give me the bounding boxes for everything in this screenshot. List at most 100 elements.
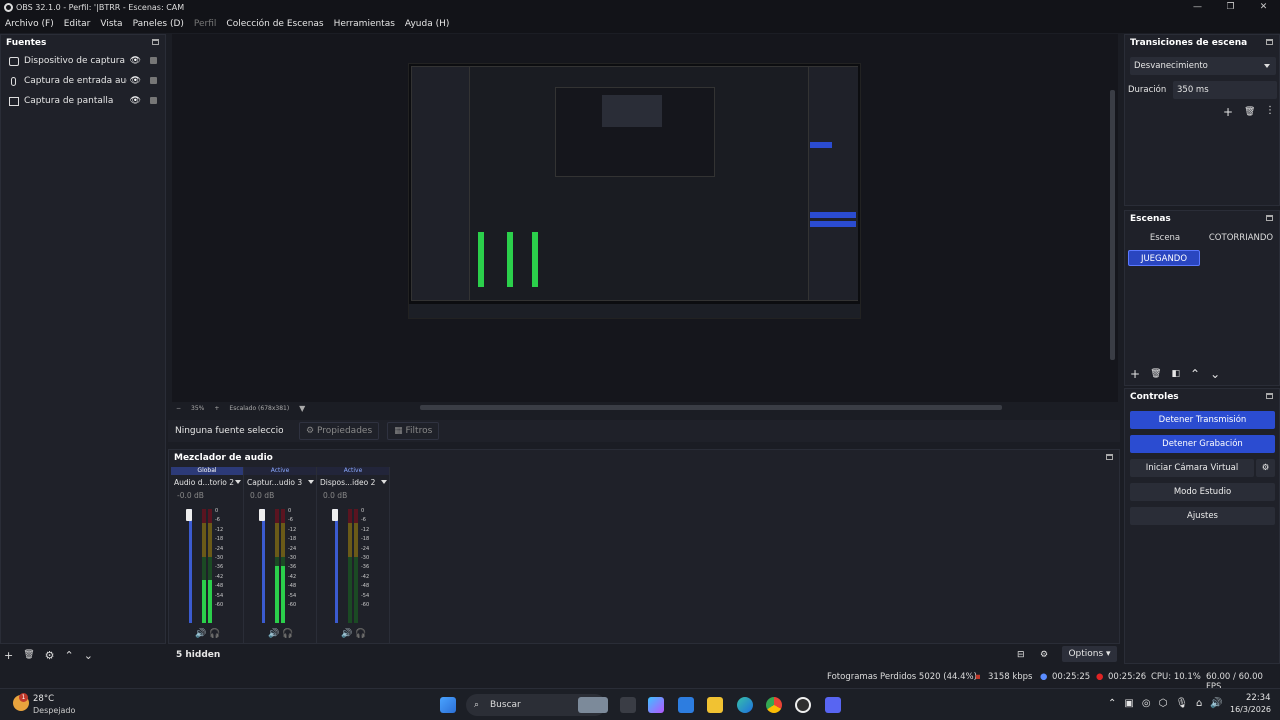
clock-time[interactable]: 22:34 bbox=[1246, 693, 1271, 703]
filters-button[interactable]: ▦ Filtros bbox=[387, 422, 440, 440]
chevron-down-icon[interactable]: ▼ bbox=[299, 404, 305, 413]
stop-recording-button[interactable]: Detener Grabación bbox=[1130, 435, 1275, 453]
float-dock-icon[interactable] bbox=[1266, 39, 1273, 45]
close-button[interactable]: ✕ bbox=[1247, 0, 1280, 15]
fader-knob[interactable] bbox=[186, 509, 192, 521]
lock-icon[interactable] bbox=[150, 97, 157, 104]
windows-start-icon[interactable] bbox=[440, 697, 456, 713]
level-meter-left bbox=[348, 509, 352, 623]
layout-toggle-icon[interactable]: ⊟ bbox=[1017, 650, 1025, 660]
visibility-eye-icon[interactable]: 👁 bbox=[130, 76, 141, 86]
float-dock-icon[interactable] bbox=[1266, 393, 1273, 399]
mixer-footer: 5 hidden ⊟ ⚙ bbox=[168, 646, 1120, 664]
source-item-audio-input[interactable]: Captura de entrada audio 👁 bbox=[1, 71, 165, 91]
move-down-button[interactable]: ⌄ bbox=[84, 649, 93, 662]
lock-icon[interactable] bbox=[150, 57, 157, 64]
visibility-eye-icon[interactable]: 👁 bbox=[130, 96, 141, 106]
scene-item-juegando[interactable]: JUEGANDO bbox=[1128, 250, 1200, 266]
menu-vista[interactable]: Vista bbox=[100, 19, 122, 29]
menu-herramientas[interactable]: Herramientas bbox=[334, 19, 395, 29]
transition-select[interactable]: Desvanecimiento bbox=[1130, 57, 1276, 75]
discord-icon[interactable] bbox=[825, 697, 841, 713]
hidden-count: 5 hidden bbox=[176, 650, 221, 660]
record-time: 00:25:26 bbox=[1108, 672, 1147, 682]
microphone-icon[interactable]: 🎙 bbox=[1175, 698, 1188, 709]
chevron-down-icon[interactable] bbox=[381, 480, 387, 484]
add-source-button[interactable]: + bbox=[4, 649, 13, 662]
float-dock-icon[interactable] bbox=[1266, 215, 1273, 221]
menu-perfil[interactable]: Perfil bbox=[194, 19, 217, 29]
zoom-in-button[interactable]: + bbox=[214, 405, 219, 412]
network-icon[interactable]: ⌂ bbox=[1196, 698, 1202, 709]
copilot-icon[interactable] bbox=[648, 697, 664, 713]
cpu-usage: CPU: 10.1% bbox=[1151, 672, 1201, 682]
tray-app-icon[interactable]: ⬡ bbox=[1159, 698, 1168, 709]
add-scene-button[interactable]: + bbox=[1130, 367, 1140, 381]
scene-item-escena[interactable]: Escena bbox=[1130, 230, 1200, 246]
float-dock-icon[interactable] bbox=[1106, 454, 1113, 460]
preview-vertical-scrollbar[interactable] bbox=[1110, 90, 1115, 360]
menu-archivo[interactable]: Archivo (F) bbox=[5, 19, 54, 29]
level-meter-right bbox=[208, 509, 212, 623]
volume-fader[interactable] bbox=[332, 509, 338, 623]
speaker-icon[interactable]: 🔊 bbox=[1210, 698, 1222, 709]
studio-mode-button[interactable]: Modo Estudio bbox=[1130, 483, 1275, 501]
trash-icon[interactable]: 🗑 bbox=[1150, 369, 1161, 381]
channel-name[interactable]: Captur...udio 3 bbox=[244, 478, 316, 487]
scene-item-cotorriando[interactable]: COTORRIANDO bbox=[1205, 230, 1277, 246]
channel-name[interactable]: Dispos...ideo 2 bbox=[317, 478, 389, 487]
fader-knob[interactable] bbox=[332, 509, 338, 521]
tray-app-icon[interactable]: ◎ bbox=[1142, 698, 1151, 709]
store-icon[interactable] bbox=[678, 697, 694, 713]
mute-speaker-icon[interactable]: 🔊 🎧 bbox=[268, 629, 293, 639]
obs-icon[interactable] bbox=[795, 697, 811, 713]
visibility-eye-icon[interactable]: 👁 bbox=[130, 56, 141, 66]
menu-coleccion-escenas[interactable]: Colección de Escenas bbox=[226, 19, 323, 29]
chrome-icon[interactable] bbox=[766, 697, 782, 713]
trash-icon[interactable]: 🗑 bbox=[1244, 107, 1255, 117]
source-item-video-capture[interactable]: Dispositivo de captura de video 👁 bbox=[1, 51, 165, 71]
stop-streaming-button[interactable]: Detener Transmisión bbox=[1130, 411, 1275, 429]
fader-knob[interactable] bbox=[259, 509, 265, 521]
mixer-settings-icon[interactable]: ⚙ bbox=[1040, 650, 1048, 660]
move-down-button[interactable]: ⌄ bbox=[1210, 367, 1220, 381]
maximize-button[interactable]: ❐ bbox=[1214, 0, 1247, 15]
move-up-button[interactable]: ⌃ bbox=[1190, 367, 1200, 381]
mute-speaker-icon[interactable]: 🔊 🎧 bbox=[195, 629, 220, 639]
start-virtual-camera-button[interactable]: Iniciar Cámara Virtual bbox=[1130, 459, 1254, 477]
zoom-out-button[interactable]: − bbox=[176, 405, 181, 412]
lock-icon[interactable] bbox=[150, 77, 157, 84]
add-transition-button[interactable]: + bbox=[1223, 105, 1233, 119]
duration-input[interactable]: 350 ms bbox=[1173, 81, 1277, 99]
source-settings-button[interactable]: ⚙ bbox=[45, 649, 55, 662]
settings-button[interactable]: Ajustes bbox=[1130, 507, 1275, 525]
chevron-down-icon[interactable] bbox=[235, 480, 241, 484]
task-view-icon[interactable] bbox=[620, 697, 636, 713]
channel-name-label: Dispos...ideo 2 bbox=[320, 478, 376, 487]
virtual-camera-gear-icon[interactable]: ⚙ bbox=[1256, 459, 1275, 477]
minimize-button[interactable]: — bbox=[1181, 0, 1214, 15]
channel-name[interactable]: Audio d...torio 2 bbox=[171, 478, 243, 487]
mute-speaker-icon[interactable]: 🔊 🎧 bbox=[341, 629, 366, 639]
remove-source-button[interactable]: 🗑 bbox=[23, 650, 34, 660]
chevron-down-icon[interactable] bbox=[308, 480, 314, 484]
sources-header: Fuentes bbox=[1, 35, 165, 51]
float-dock-icon[interactable] bbox=[152, 39, 159, 45]
menu-paneles[interactable]: Paneles (D) bbox=[133, 19, 184, 29]
chevron-up-icon[interactable]: ⌃ bbox=[1108, 698, 1116, 709]
tray-app-icon[interactable]: ▣ bbox=[1124, 698, 1133, 709]
more-options-icon[interactable]: ⋮ bbox=[1265, 105, 1275, 116]
options-button[interactable]: Options ▾ bbox=[1062, 646, 1117, 662]
filter-icon[interactable]: ◧ bbox=[1172, 369, 1181, 381]
menu-ayuda[interactable]: Ayuda (H) bbox=[405, 19, 449, 29]
move-up-button[interactable]: ⌃ bbox=[65, 649, 74, 662]
source-item-screen-capture[interactable]: Captura de pantalla 👁 bbox=[1, 91, 165, 111]
volume-fader[interactable] bbox=[186, 509, 192, 623]
edge-icon[interactable] bbox=[737, 697, 753, 713]
clock-date[interactable]: 16/3/2026 bbox=[1230, 705, 1271, 714]
properties-button[interactable]: ⚙ Propiedades bbox=[299, 422, 380, 440]
preview-horizontal-scrollbar[interactable] bbox=[420, 405, 1002, 410]
file-explorer-icon[interactable] bbox=[707, 697, 723, 713]
menu-editar[interactable]: Editar bbox=[64, 19, 91, 29]
volume-fader[interactable] bbox=[259, 509, 265, 623]
